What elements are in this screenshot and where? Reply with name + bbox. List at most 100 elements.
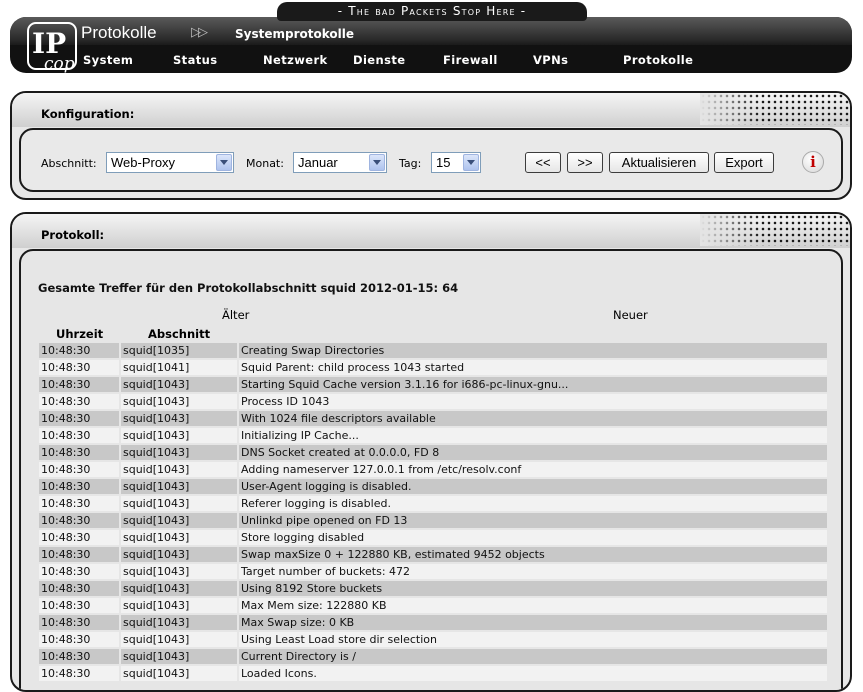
log-message-cell: Current Directory is / <box>237 649 827 664</box>
log-row: 10:48:30 squid[1035] Creating Swap Directo… <box>39 343 827 358</box>
info-icon[interactable]: i <box>802 151 824 173</box>
log-section-cell: squid[1043] <box>119 377 237 392</box>
column-header-time: Uhrzeit <box>56 327 104 341</box>
log-time-cell: 10:48:30 <box>39 530 119 545</box>
log-section-cell: squid[1043] <box>119 598 237 613</box>
breadcrumb-arrows-icon: ▷▷ <box>191 25 208 40</box>
log-content: Gesamte Treffer für den Protokollabschni… <box>19 249 843 690</box>
log-time-cell: 10:48:30 <box>39 547 119 562</box>
log-section-cell: squid[1043] <box>119 564 237 579</box>
section-select-value: Web-Proxy <box>111 155 176 170</box>
decorative-dots-fade <box>700 93 850 125</box>
log-message-cell: Process ID 1043 <box>237 394 827 409</box>
nav-netzwerk[interactable]: Netzwerk <box>263 53 328 67</box>
log-row: 10:48:30 squid[1043] Current Directory is … <box>39 649 827 664</box>
log-time-cell: 10:48:30 <box>39 428 119 443</box>
next-day-button[interactable]: >> <box>567 152 603 173</box>
day-label: Tag: <box>399 157 422 170</box>
column-header-section: Abschnitt <box>148 327 211 341</box>
log-message-cell: DNS Socket created at 0.0.0.0, FD 8 <box>237 445 827 460</box>
log-message-cell: Store logging disabled <box>237 530 827 545</box>
nav-dienste[interactable]: Dienste <box>353 53 405 67</box>
log-time-cell: 10:48:30 <box>39 666 119 681</box>
log-message-cell: Adding nameserver 127.0.0.1 from /etc/re… <box>237 462 827 477</box>
log-row: 10:48:30 squid[1043] Swap maxSize 0 + 1228… <box>39 547 827 562</box>
log-message-cell: Max Mem size: 122880 KB <box>237 598 827 613</box>
day-select[interactable]: 15 <box>431 152 481 173</box>
log-row: 10:48:30 squid[1043] Using Least Load stor… <box>39 632 827 647</box>
log-section-cell: squid[1043] <box>119 411 237 426</box>
log-row: 10:48:30 squid[1043] With 1024 file descri… <box>39 411 827 426</box>
log-time-cell: 10:48:30 <box>39 479 119 494</box>
log-panel: Protokoll: Gesamte Treffer für den Proto… <box>10 212 852 692</box>
log-section-cell: squid[1043] <box>119 479 237 494</box>
log-section-cell: squid[1043] <box>119 547 237 562</box>
log-message-cell: User-Agent logging is disabled. <box>237 479 827 494</box>
nav-protokolle[interactable]: Protokolle <box>623 53 693 67</box>
log-time-cell: 10:48:30 <box>39 394 119 409</box>
log-row: 10:48:30 squid[1043] Loaded Icons. <box>39 666 827 681</box>
section-label: Abschnitt: <box>41 157 97 170</box>
log-time-cell: 10:48:30 <box>39 462 119 477</box>
log-section-cell: squid[1043] <box>119 445 237 460</box>
log-time-cell: 10:48:30 <box>39 496 119 511</box>
log-section-cell: squid[1043] <box>119 666 237 681</box>
log-table-body: 10:48:30 squid[1035] Creating Swap Directo… <box>39 343 827 681</box>
log-message-cell: Squid Parent: child process 1043 started <box>237 360 827 375</box>
log-section-cell: squid[1043] <box>119 530 237 545</box>
log-time-cell: 10:48:30 <box>39 581 119 596</box>
log-time-cell: 10:48:30 <box>39 411 119 426</box>
log-time-cell: 10:48:30 <box>39 445 119 460</box>
log-row: 10:48:30 squid[1043] Adding nameserver 127… <box>39 462 827 477</box>
log-time-cell: 10:48:30 <box>39 377 119 392</box>
month-select[interactable]: Januar <box>293 152 387 173</box>
nav-system[interactable]: System <box>83 53 133 67</box>
export-button[interactable]: Export <box>714 152 774 173</box>
tagline: - The bad Packets Stop Here - <box>277 2 587 21</box>
nav-vpns[interactable]: VPNs <box>533 53 568 67</box>
log-row: 10:48:30 squid[1043] Store logging disable… <box>39 530 827 545</box>
log-message-cell: Loaded Icons. <box>237 666 827 681</box>
log-row: 10:48:30 squid[1043] Using 8192 Store buck… <box>39 581 827 596</box>
log-time-cell: 10:48:30 <box>39 632 119 647</box>
newer-link[interactable]: Neuer <box>613 308 648 322</box>
log-time-cell: 10:48:30 <box>39 649 119 664</box>
log-message-cell: Using 8192 Store buckets <box>237 581 827 596</box>
log-time-cell: 10:48:30 <box>39 564 119 579</box>
log-row: 10:48:30 squid[1041] Squid Parent: child p… <box>39 360 827 375</box>
log-section-cell: squid[1043] <box>119 581 237 596</box>
log-row: 10:48:30 squid[1043] DNS Socket created at… <box>39 445 827 460</box>
log-message-cell: With 1024 file descriptors available <box>237 411 827 426</box>
log-row: 10:48:30 squid[1043] Max Swap size: 0 KB <box>39 615 827 630</box>
section-select[interactable]: Web-Proxy <box>106 152 234 173</box>
log-section-cell: squid[1043] <box>119 394 237 409</box>
log-time-cell: 10:48:30 <box>39 343 119 358</box>
month-select-value: Januar <box>298 155 338 170</box>
log-section-cell: squid[1043] <box>119 649 237 664</box>
log-row: 10:48:30 squid[1043] User-Agent logging is… <box>39 479 827 494</box>
configuration-panel: Konfiguration: Abschnitt: Web-Proxy Mona… <box>10 91 852 200</box>
log-time-cell: 10:48:30 <box>39 360 119 375</box>
log-row: 10:48:30 squid[1043] Initializing IP Cache… <box>39 428 827 443</box>
page-subtitle: Systemprotokolle <box>235 27 354 41</box>
chevron-down-icon[interactable] <box>216 154 232 171</box>
configuration-form: Abschnitt: Web-Proxy Monat: Januar Tag: … <box>19 128 843 192</box>
log-section-cell: squid[1043] <box>119 428 237 443</box>
log-message-cell: Swap maxSize 0 + 122880 KB, estimated 94… <box>237 547 827 562</box>
log-time-cell: 10:48:30 <box>39 615 119 630</box>
nav-firewall[interactable]: Firewall <box>443 53 498 67</box>
older-link[interactable]: Älter <box>222 308 249 322</box>
log-row: 10:48:30 squid[1043] Max Mem size: 122880 … <box>39 598 827 613</box>
refresh-button[interactable]: Aktualisieren <box>609 152 709 173</box>
nav-status[interactable]: Status <box>173 53 217 67</box>
previous-day-button[interactable]: << <box>525 152 561 173</box>
log-row: 10:48:30 squid[1043] Target number of buck… <box>39 564 827 579</box>
header-bar: IP cop Protokolle ▷▷ Systemprotokolle Sy… <box>10 17 852 73</box>
configuration-title: Konfiguration: <box>41 107 135 121</box>
log-row: 10:48:30 squid[1043] Referer logging is di… <box>39 496 827 511</box>
log-row: 10:48:30 squid[1043] Process ID 1043 <box>39 394 827 409</box>
chevron-down-icon[interactable] <box>369 154 385 171</box>
log-message-cell: Starting Squid Cache version 3.1.16 for … <box>237 377 827 392</box>
log-section-cell: squid[1043] <box>119 632 237 647</box>
chevron-down-icon[interactable] <box>463 154 479 171</box>
